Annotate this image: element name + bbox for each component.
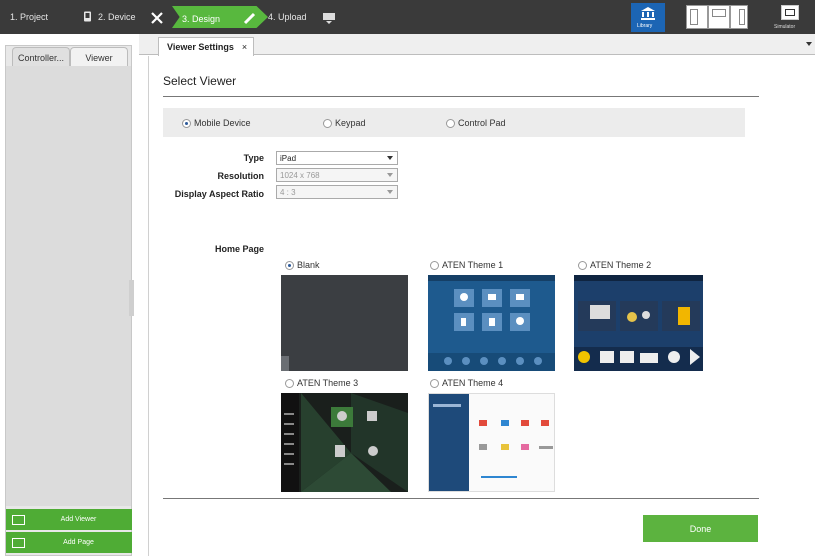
radio-control-pad[interactable]: Control Pad [446,118,506,128]
step-device[interactable]: 2. Device [83,8,136,26]
theme-3-pattern-icon [281,393,408,492]
tab-controller-label: Controller... [17,52,65,63]
close-icon[interactable]: × [242,42,247,52]
step-upload-label: 4. Upload [268,12,307,22]
done-button[interactable]: Done [643,515,758,542]
radio-icon [430,378,439,388]
aspect-ratio-label: Display Aspect Ratio [174,189,264,199]
aspect-ratio-select: 4 : 3 [276,185,398,199]
radio-icon [446,118,455,128]
step-device-label: 2. Device [98,12,136,22]
chevron-down-icon [387,190,393,194]
layout-icon [712,9,726,17]
chevron-down-icon [387,173,393,177]
resolution-select: 1024 x 768 [276,168,398,182]
add-viewer-button[interactable]: Add Viewer [6,509,132,530]
radio-theme-1[interactable]: ATEN Theme 1 [430,260,503,270]
theme-1-dock-icon [428,353,555,371]
radio-keypad-label: Keypad [335,118,366,128]
page-title: Select Viewer [163,74,237,88]
radio-theme-2[interactable]: ATEN Theme 2 [578,260,651,270]
theme-4-layout-icon [429,394,553,491]
add-page-button[interactable]: Add Page [6,532,132,553]
step-design-label: 3. Design [182,14,221,24]
radio-selected-icon [285,260,294,270]
theme-1-grid-icon [454,289,530,331]
theme-1-label: ATEN Theme 1 [442,260,504,270]
chevron-down-icon [387,156,393,160]
step-project-label: 1. Project [10,12,49,22]
theme-4-thumbnail[interactable] [428,393,555,492]
theme-3-thumbnail[interactable] [281,393,408,492]
library-icon [641,7,655,20]
title-divider [163,96,759,97]
theme-2-label: ATEN Theme 2 [590,260,652,270]
add-page-icon [12,537,25,548]
tools-icon [150,9,164,27]
tab-overflow-icon[interactable] [806,42,812,46]
tab-viewer-label: Viewer [85,52,113,63]
simulator-icon [781,5,799,20]
radio-theme-4[interactable]: ATEN Theme 4 [430,378,503,388]
resolution-value: 1024 x 768 [280,170,320,180]
radio-icon [578,260,587,270]
theme-blank-thumbnail[interactable] [281,275,408,371]
tab-viewer-settings-label: Viewer Settings [167,42,234,52]
tab-controller[interactable]: Controller... [12,47,70,67]
radio-theme-blank[interactable]: Blank [285,260,320,270]
done-button-label: Done [689,523,712,534]
layout-split-button[interactable] [708,5,730,29]
upload-icon [322,9,336,27]
theme-3-label: ATEN Theme 3 [297,378,359,388]
theme-4-label: ATEN Theme 4 [442,378,504,388]
aspect-ratio-value: 4 : 3 [280,187,296,197]
add-page-label: Add Page [63,539,94,546]
radio-icon [323,118,332,128]
layout-icon [739,9,745,25]
step-upload[interactable]: 4. Upload [268,8,307,26]
layout-icon [690,9,698,25]
layout-side-button[interactable] [730,5,748,29]
theme-2-panels-icon [574,301,703,371]
step-project[interactable]: 1. Project [10,8,48,26]
simulator-label: Simulator [774,24,796,30]
layout-single-button[interactable] [686,5,708,29]
radio-icon [430,260,439,270]
radio-keypad[interactable]: Keypad [323,118,366,128]
device-icon [83,11,92,24]
home-page-label: Home Page [214,244,264,254]
simulator-button[interactable]: Simulator [769,3,811,32]
radio-icon [285,378,294,388]
radio-selected-icon [182,118,191,128]
add-viewer-label: Add Viewer [60,516,97,523]
radio-mobile-device[interactable]: Mobile Device [182,118,251,128]
add-viewer-icon [12,514,25,525]
type-select[interactable]: iPad [276,151,398,165]
viewer-list-panel [6,66,131,506]
library-label: Library [637,23,653,29]
type-label: Type [243,153,264,163]
library-button[interactable]: Library [631,3,665,32]
tab-viewer[interactable]: Viewer [70,47,128,67]
radio-theme-3[interactable]: ATEN Theme 3 [285,378,358,388]
resolution-label: Resolution [217,171,265,181]
pencil-icon [243,9,257,27]
tab-viewer-settings[interactable]: Viewer Settings × [158,37,254,56]
bottom-divider [163,498,759,499]
theme-blank-label: Blank [297,260,320,270]
radio-control-pad-label: Control Pad [458,118,506,128]
theme-1-thumbnail[interactable] [428,275,555,371]
radio-mobile-device-label: Mobile Device [194,118,251,128]
type-value: iPad [280,153,297,163]
panel-splitter[interactable] [129,280,134,316]
theme-2-thumbnail[interactable] [574,275,703,371]
